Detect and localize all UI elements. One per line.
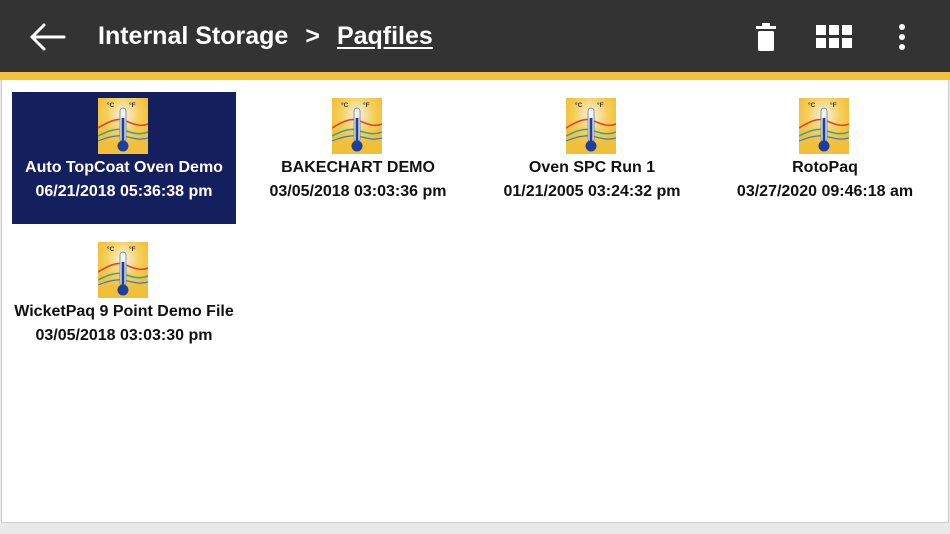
file-tile-oven-spc-run-1[interactable]: °C °F Oven SPC Run 1 01/21/2005 03:24:32… (480, 92, 704, 224)
delete-button[interactable] (748, 16, 784, 58)
file-name: BAKECHART DEMO (281, 159, 435, 176)
breadcrumb-separator: > (305, 21, 320, 50)
arrow-left-icon (30, 23, 66, 51)
file-name: WicketPaq 9 Point Demo File (14, 303, 234, 320)
top-toolbar: Internal Storage > Paqfiles (0, 0, 950, 72)
svg-text:°C: °C (575, 101, 583, 109)
file-tile-rotopaq[interactable]: °C °F RotoPaq 03/27/2020 09:46:18 am (713, 92, 937, 224)
more-vertical-icon (899, 24, 905, 50)
breadcrumb-current[interactable]: Paqfiles (337, 22, 433, 51)
file-tile-bakechart-demo[interactable]: °C °F BAKECHART DEMO 03/05/2018 03:03:36… (246, 92, 470, 224)
file-grid: °C °F Auto TopCoat Oven Demo 06/21/2018 … (1, 80, 949, 523)
thermometer-file-icon: °C °F (98, 98, 148, 154)
toolbar-accent-strip (0, 72, 950, 80)
svg-text:°F: °F (129, 101, 136, 109)
file-date: 03/27/2020 09:46:18 am (736, 183, 914, 200)
file-name: RotoPaq (792, 159, 858, 176)
svg-text:°F: °F (597, 101, 604, 109)
svg-text:°C: °C (341, 101, 349, 109)
file-date: 06/21/2018 05:36:38 pm (35, 183, 213, 200)
breadcrumb-root[interactable]: Internal Storage (98, 22, 288, 51)
file-date: 03/05/2018 03:03:36 pm (269, 183, 447, 200)
svg-text:°F: °F (363, 101, 370, 109)
svg-text:°C: °C (107, 245, 115, 253)
file-tile-auto-topcoat-oven-demo[interactable]: °C °F Auto TopCoat Oven Demo 06/21/2018 … (12, 92, 236, 224)
svg-text:°F: °F (830, 101, 837, 109)
file-name: Auto TopCoat Oven Demo (25, 159, 223, 176)
thermometer-file-icon: °C °F (799, 98, 849, 154)
file-browser-app: Internal Storage > Paqfiles °C °F Auto T… (0, 0, 950, 534)
thermometer-file-icon: °C °F (98, 242, 148, 298)
more-options-button[interactable] (888, 16, 916, 58)
file-date: 01/21/2005 03:24:32 pm (503, 183, 681, 200)
back-button[interactable] (22, 16, 70, 58)
grid-view-icon (816, 25, 852, 48)
file-date: 03/05/2018 03:03:30 pm (35, 327, 213, 344)
grid-view-button[interactable] (812, 16, 856, 58)
breadcrumb: Internal Storage > Paqfiles (98, 18, 433, 54)
thermometer-file-icon: °C °F (332, 98, 382, 154)
svg-text:°C: °C (107, 101, 115, 109)
svg-text:°C: °C (808, 101, 816, 109)
file-name: Oven SPC Run 1 (528, 159, 656, 176)
trash-icon (756, 23, 776, 51)
thermometer-file-icon: °C °F (566, 98, 616, 154)
svg-text:°F: °F (129, 245, 136, 253)
file-tile-wicketpaq-9-point-demo-file[interactable]: °C °F WicketPaq 9 Point Demo File 03/05/… (12, 236, 236, 368)
